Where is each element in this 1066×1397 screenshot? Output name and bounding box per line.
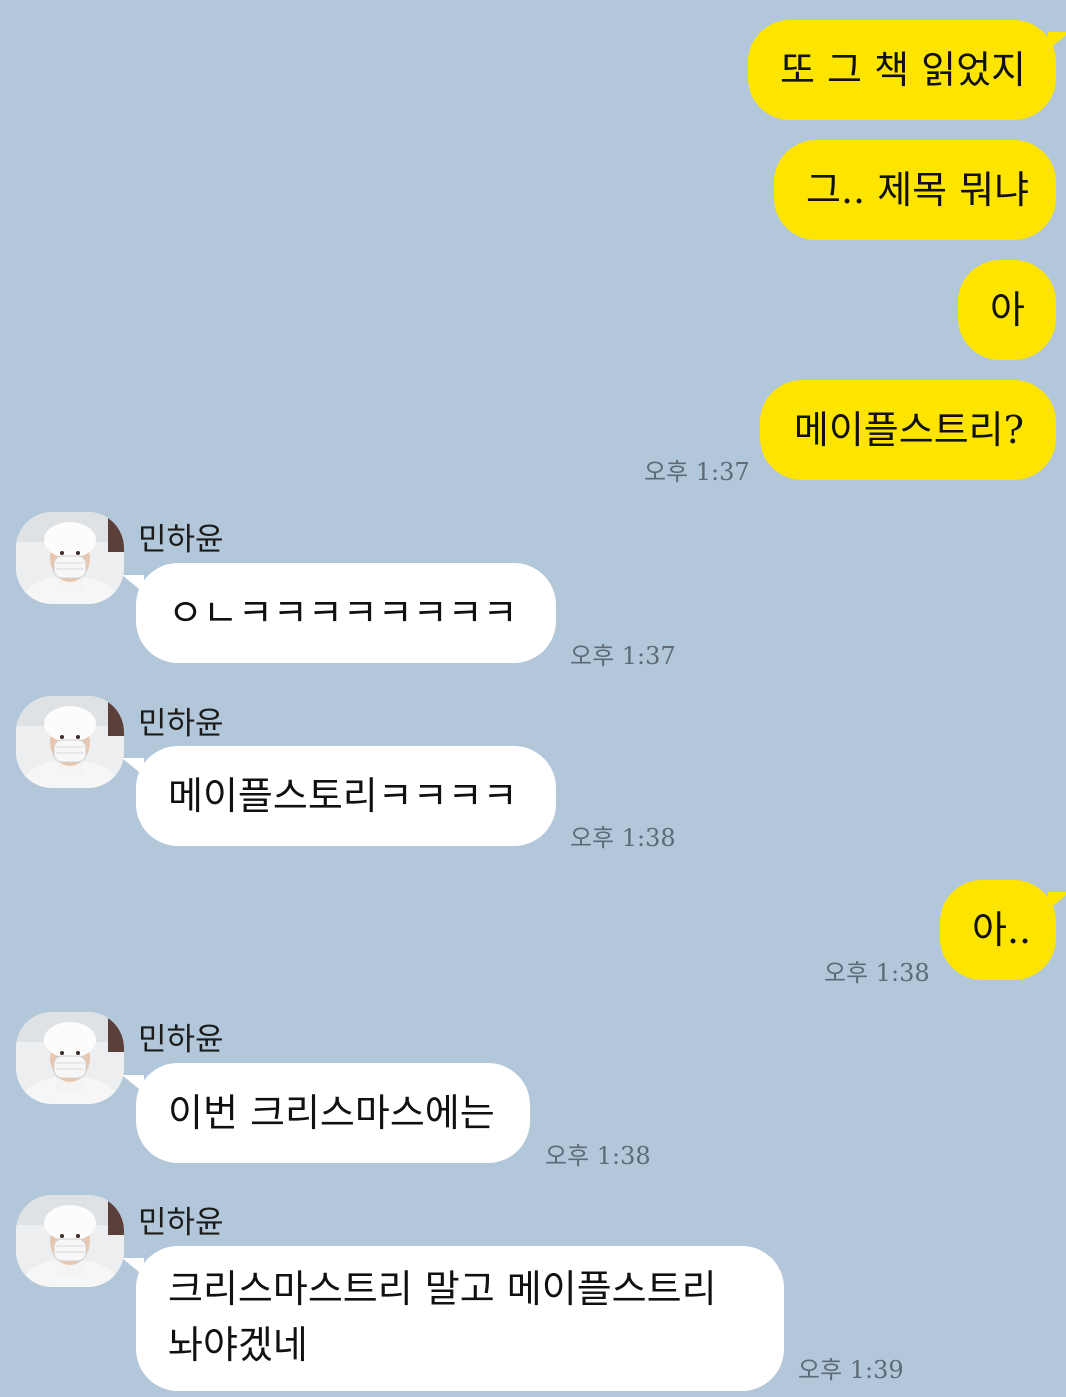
outgoing-message[interactable]: 메이플스트리?: [760, 380, 1056, 480]
contact-avatar[interactable]: [16, 1012, 124, 1104]
message-text: 이번 크리스마스에는: [168, 1091, 495, 1135]
contact-name: 민하윤: [138, 1205, 224, 1241]
message-text: 메이플스토리ㅋㅋㅋㅋ: [168, 774, 518, 818]
contact-avatar[interactable]: [16, 696, 124, 788]
message-timestamp: 오후 1:38: [824, 959, 930, 987]
message-timestamp: 오후 1:38: [545, 1142, 651, 1170]
message-text: 그.. 제목 뭐냐: [806, 168, 1030, 212]
message-text: 아: [990, 288, 1025, 332]
profile-photo-icon: [16, 512, 124, 604]
contact-avatar[interactable]: [16, 1195, 124, 1287]
incoming-message[interactable]: 메이플스토리ㅋㅋㅋㅋ: [122, 746, 556, 846]
message-text: 메이플스트리?: [793, 408, 1024, 452]
message-text: 또 그 책 읽었지: [780, 48, 1026, 92]
outgoing-message[interactable]: 그.. 제목 뭐냐: [774, 140, 1056, 240]
incoming-message[interactable]: ㅇㄴㅋㅋㅋㅋㅋㅋㅋㅋ: [122, 563, 556, 663]
incoming-message[interactable]: 이번 크리스마스에는: [122, 1063, 530, 1163]
contact-name: 민하윤: [138, 522, 224, 558]
profile-photo-icon: [16, 696, 124, 788]
profile-photo-icon: [16, 1195, 124, 1287]
incoming-message[interactable]: 크리스마스트리 말고 메이플스트리 놔야겠네: [122, 1246, 784, 1391]
chat-room: 또 그 책 읽었지 그.. 제목 뭐냐 아 메이플스트리? 오후 1:37 민하: [0, 0, 1066, 1397]
message-timestamp: 오후 1:37: [570, 642, 676, 670]
message-text: 아..: [972, 908, 1032, 952]
message-text: ㅇㄴㅋㅋㅋㅋㅋㅋㅋㅋ: [168, 591, 518, 635]
message-timestamp: 오후 1:37: [644, 458, 750, 486]
message-timestamp: 오후 1:38: [570, 824, 676, 852]
outgoing-message[interactable]: 또 그 책 읽었지: [748, 20, 1066, 120]
contact-avatar[interactable]: [16, 512, 124, 604]
contact-name: 민하윤: [138, 706, 224, 742]
message-timestamp: 오후 1:39: [798, 1356, 904, 1384]
message-text: 크리스마스트리 말고 메이플스트리 놔야겠네: [168, 1267, 717, 1367]
contact-name: 민하윤: [138, 1022, 224, 1058]
outgoing-message[interactable]: 아..: [940, 880, 1066, 980]
outgoing-message[interactable]: 아: [958, 260, 1056, 360]
profile-photo-icon: [16, 1012, 124, 1104]
